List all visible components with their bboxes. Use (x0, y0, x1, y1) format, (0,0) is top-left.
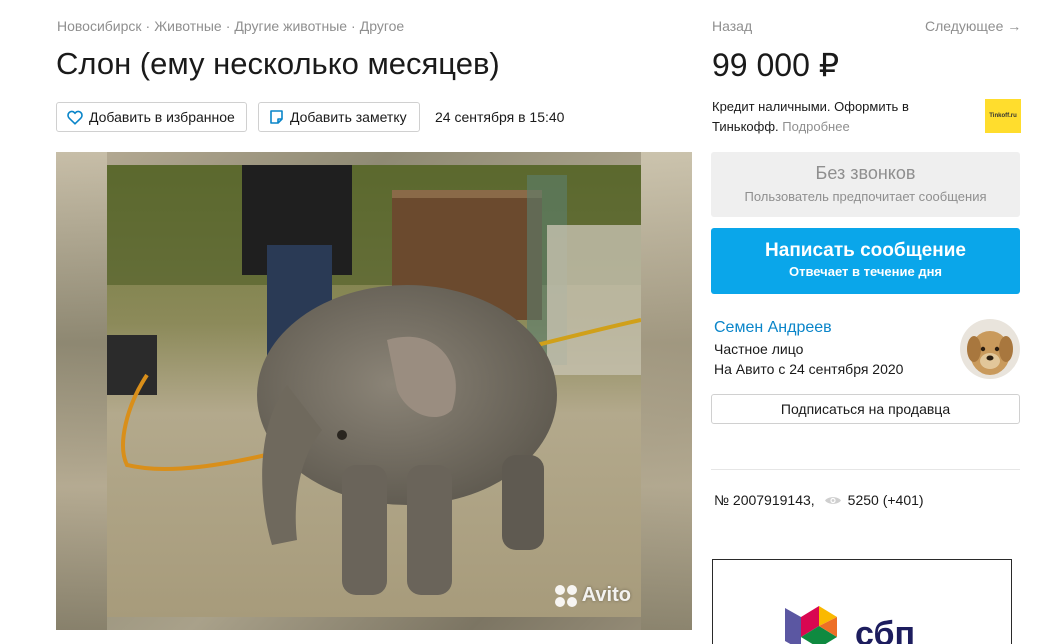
view-count: 5250 (+401) (847, 492, 924, 508)
add-favorite-button[interactable]: Добавить в избранное (56, 102, 247, 132)
add-note-label: Добавить заметку (290, 109, 407, 125)
gallery-blur-right (641, 152, 692, 630)
listing-photo[interactable]: Avito (107, 165, 641, 617)
no-calls-title: Без звонков (815, 163, 916, 183)
avito-dots-icon (554, 584, 577, 607)
write-message-subtitle: Отвечает в течение дня (788, 264, 943, 279)
sbp-logo-text: сбп (855, 615, 915, 644)
breadcrumb-city[interactable]: Новосибирск (57, 18, 142, 34)
eye-icon (824, 496, 841, 504)
price: 99 000 ₽ (712, 47, 840, 83)
breadcrumb-other[interactable]: Другое (360, 18, 404, 34)
heart-icon (67, 110, 83, 125)
no-calls-notice: Без звонков Пользователь предпочитает со… (711, 152, 1020, 217)
subscribe-seller-button[interactable]: Подписаться на продавца (711, 394, 1020, 424)
listing-title: Слон (ему несколько месяцев) (56, 46, 500, 81)
publish-date: 24 сентября в 15:40 (435, 109, 565, 125)
item-number: № 2007919143, (714, 492, 815, 508)
tinkoff-logo[interactable]: Tinkoff.ru (985, 99, 1021, 133)
avito-watermark-text: Avito (581, 584, 631, 606)
breadcrumb-separator: · (225, 18, 231, 34)
divider (711, 469, 1020, 470)
gallery-blur-left (56, 152, 107, 630)
add-favorite-label: Добавить в избранное (89, 109, 235, 125)
write-message-button[interactable]: Написать сообщение Отвечает в течение дн… (711, 228, 1020, 294)
seller-type: Частное лицо (714, 341, 804, 357)
seller-avatar[interactable] (960, 319, 1020, 379)
credit-offer: Кредит наличными. Оформить в Тинькофф. П… (712, 97, 962, 137)
breadcrumb-separator: · (145, 18, 151, 34)
breadcrumb-separator: · (351, 18, 356, 34)
add-note-button[interactable]: Добавить заметку (258, 102, 420, 132)
seller-since: На Авито с 24 сентября 2020 (714, 361, 904, 377)
sbp-banner[interactable]: сбп (712, 559, 1012, 644)
sbp-logo-icon (785, 606, 837, 644)
item-meta: № 2007919143, 5250 (+401) (714, 492, 924, 508)
dog-avatar-image (960, 319, 1020, 379)
next-link[interactable]: Следующее → (925, 18, 1021, 34)
seller-name-link[interactable]: Семен Андреев (714, 319, 832, 337)
breadcrumb: Новосибирск · Животные · Другие животные · Дру… (57, 18, 404, 34)
breadcrumb-animals[interactable]: Животные (154, 18, 222, 34)
no-calls-subtitle: Пользователь предпочитает сообщения (744, 189, 987, 204)
photo-gallery[interactable]: Avito (56, 152, 692, 630)
write-message-label: Написать сообщение (765, 240, 966, 261)
back-link[interactable]: Назад (712, 18, 752, 34)
elephant-photo-image (107, 165, 641, 617)
note-icon (270, 110, 283, 124)
breadcrumb-other-animals[interactable]: Другие животные (234, 18, 347, 34)
avito-watermark: Avito (554, 584, 631, 607)
credit-more-link[interactable]: Подробнее (782, 119, 849, 134)
tinkoff-logo-text: Tinkoff.ru (989, 113, 1017, 119)
